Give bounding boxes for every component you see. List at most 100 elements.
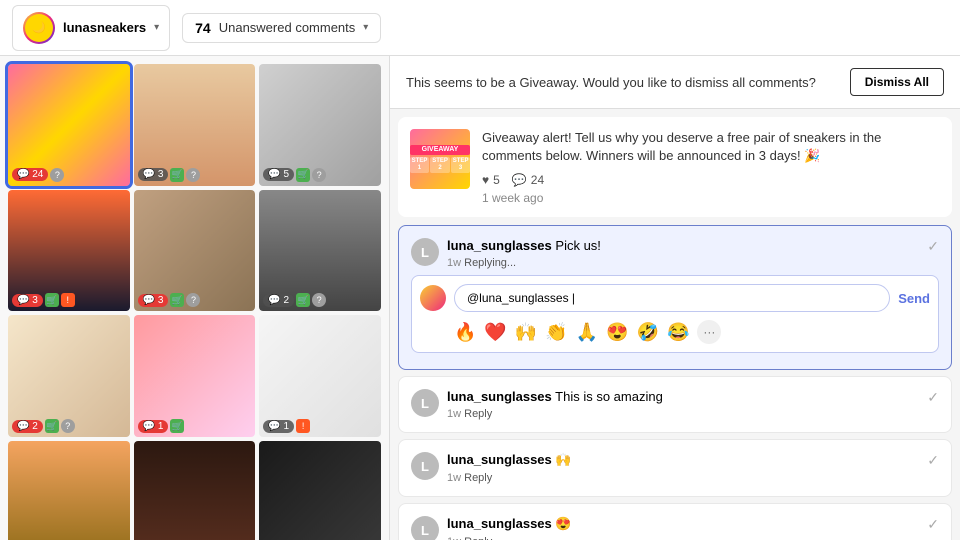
comment-top-line: luna_sunglasses 🙌 bbox=[447, 452, 919, 468]
comments-label: Unanswered comments bbox=[219, 20, 356, 35]
grid-item-5[interactable]: 💬 3🛒? bbox=[134, 190, 256, 312]
checkmark-icon[interactable]: ✓ bbox=[927, 389, 939, 406]
badge-row: 💬 1🛒 bbox=[138, 419, 185, 433]
grid-item-2[interactable]: 💬 3🛒? bbox=[134, 64, 256, 186]
question-icon: ? bbox=[186, 168, 200, 182]
comment-text: This is so amazing bbox=[555, 389, 663, 404]
comment-username: luna_sunglasses bbox=[447, 389, 552, 404]
dismiss-banner-text: This seems to be a Giveaway. Would you l… bbox=[406, 75, 816, 90]
comments-count: 74 bbox=[195, 20, 211, 36]
comment-actions: ✓ bbox=[927, 452, 939, 469]
emoji-row: 🔥 ❤️ 🙌 👏 🙏 😍 🤣 😂 ··· bbox=[420, 320, 930, 344]
question-icon: ? bbox=[312, 168, 326, 182]
send-button[interactable]: Send bbox=[898, 291, 930, 306]
badge-row: 💬 5🛒? bbox=[263, 168, 326, 182]
comment-avatar: L bbox=[411, 452, 439, 480]
grid-item-1[interactable]: 💬 24? bbox=[8, 64, 130, 186]
post-details: Giveaway alert! Tell us why you deserve … bbox=[482, 129, 940, 205]
post-caption: Giveaway alert! Tell us why you deserve … bbox=[482, 129, 940, 165]
badge-chevron-icon: ▾ bbox=[363, 22, 368, 33]
reply-user-avatar bbox=[420, 285, 446, 311]
comment-actions: ✓ bbox=[927, 389, 939, 406]
post-meta: ♥ 5 💬 24 bbox=[482, 173, 940, 187]
comment-header: Lluna_sunglasses 😍1w Reply✓ bbox=[411, 516, 939, 540]
cart-icon: 🛒 bbox=[45, 419, 59, 433]
comment-count-badge: 💬 3 bbox=[138, 294, 169, 307]
posts-grid-panel: 💬 24?💬 3🛒?💬 5🛒?💬 3🛒!💬 3🛒?💬 2🛒?💬 2🛒?💬 1🛒💬… bbox=[0, 56, 390, 540]
grid-item-12[interactable] bbox=[259, 441, 381, 540]
badge-row: 💬 3🛒! bbox=[12, 293, 75, 307]
question-icon: ? bbox=[312, 293, 326, 307]
comment-body-wrap: luna_sunglasses 😍1w Reply bbox=[447, 516, 919, 540]
comment-count-badge: 💬 2 bbox=[12, 420, 43, 433]
grid-item-3[interactable]: 💬 5🛒? bbox=[259, 64, 381, 186]
account-avatar: 🌙 bbox=[23, 12, 55, 44]
comment-actions: ✓ bbox=[927, 238, 939, 255]
account-selector[interactable]: 🌙 lunasneakers ▾ bbox=[12, 5, 170, 51]
comment-meta: 1w Reply bbox=[447, 472, 919, 484]
comment-card[interactable]: Lluna_sunglasses 😍1w Reply✓ bbox=[398, 503, 952, 540]
question-icon: ? bbox=[186, 293, 200, 307]
post-time: 1 week ago bbox=[482, 191, 940, 205]
grid-item-9[interactable]: 💬 1! bbox=[259, 315, 381, 437]
grid-item-6[interactable]: 💬 2🛒? bbox=[259, 190, 381, 312]
comment-actions: ✓ bbox=[927, 516, 939, 533]
grid-item-8[interactable]: 💬 1🛒 bbox=[134, 315, 256, 437]
comment-header: Lluna_sunglasses Pick us!1w Replying...✓ bbox=[411, 238, 939, 269]
posts-grid: 💬 24?💬 3🛒?💬 5🛒?💬 3🛒!💬 3🛒?💬 2🛒?💬 2🛒?💬 1🛒💬… bbox=[8, 64, 381, 540]
comment-count-badge: 💬 1 bbox=[138, 420, 169, 433]
comment-text: 😍 bbox=[555, 516, 571, 531]
reply-input[interactable] bbox=[454, 284, 890, 312]
avatar-inner: 🌙 bbox=[25, 14, 53, 42]
comments-filter[interactable]: 74 Unanswered comments ▾ bbox=[182, 13, 381, 43]
comment-count-badge: 💬 24 bbox=[12, 168, 48, 181]
emoji-button[interactable]: ❤️ bbox=[484, 323, 506, 341]
question-icon: ? bbox=[50, 168, 64, 182]
comment-reply-label[interactable]: Reply bbox=[464, 536, 492, 540]
emoji-button[interactable]: 👏 bbox=[545, 323, 567, 341]
checkmark-icon[interactable]: ✓ bbox=[927, 238, 939, 255]
emoji-button[interactable]: 😂 bbox=[667, 323, 689, 341]
badge-row: 💬 3🛒? bbox=[138, 293, 201, 307]
emoji-button[interactable]: 🔥 bbox=[454, 323, 476, 341]
emoji-button[interactable]: 🙌 bbox=[515, 323, 537, 341]
comment-card[interactable]: Lluna_sunglasses Pick us!1w Replying...✓… bbox=[398, 225, 952, 370]
comment-reply-label[interactable]: Replying... bbox=[464, 257, 516, 269]
checkmark-icon[interactable]: ✓ bbox=[927, 516, 939, 533]
grid-item-11[interactable] bbox=[134, 441, 256, 540]
more-emojis-button[interactable]: ··· bbox=[697, 320, 721, 344]
grid-item-4[interactable]: 💬 3🛒! bbox=[8, 190, 130, 312]
comment-avatar: L bbox=[411, 238, 439, 266]
cart-icon: 🛒 bbox=[296, 168, 310, 182]
comment-header: Lluna_sunglasses 🙌 1w Reply ✓ bbox=[411, 452, 939, 484]
checkmark-icon[interactable]: ✓ bbox=[927, 452, 939, 469]
comment-reply-label[interactable]: Reply bbox=[464, 472, 492, 484]
comment-meta: 1w Reply bbox=[447, 408, 919, 420]
badge-row: 💬 1! bbox=[263, 419, 310, 433]
comment-card[interactable]: Lluna_sunglasses This is so amazing 1w Re… bbox=[398, 376, 952, 433]
cart-icon: 🛒 bbox=[296, 293, 310, 307]
dismiss-all-button[interactable]: Dismiss All bbox=[850, 68, 944, 96]
comment-username: luna_sunglasses bbox=[447, 452, 552, 467]
emoji-button[interactable]: 🙏 bbox=[576, 323, 598, 341]
emoji-button[interactable]: 🤣 bbox=[637, 323, 659, 341]
header: 🌙 lunasneakers ▾ 74 Unanswered comments … bbox=[0, 0, 960, 56]
comment-count-badge: 💬 5 bbox=[263, 168, 294, 181]
account-name: lunasneakers bbox=[63, 20, 146, 35]
grid-item-7[interactable]: 💬 2🛒? bbox=[8, 315, 130, 437]
comment-avatar: L bbox=[411, 389, 439, 417]
badge-row: 💬 24? bbox=[12, 168, 64, 182]
comment-count-badge: 💬 1 bbox=[263, 420, 294, 433]
grid-item-10[interactable] bbox=[8, 441, 130, 540]
comment-body-wrap: luna_sunglasses 🙌 1w Reply bbox=[447, 452, 919, 484]
reply-area: Send 🔥 ❤️ 🙌 👏 🙏 😍 🤣 😂 ··· bbox=[411, 275, 939, 353]
comment-meta: 1w Replying... bbox=[447, 257, 919, 269]
emoji-button[interactable]: 😍 bbox=[606, 323, 628, 341]
comments-panel: This seems to be a Giveaway. Would you l… bbox=[390, 56, 960, 540]
comment-body-wrap: luna_sunglasses This is so amazing 1w Rep… bbox=[447, 389, 919, 420]
cart-icon: 🛒 bbox=[170, 419, 184, 433]
post-thumbnail: GIVEAWAY STEP 1 STEP 2 STEP 3 bbox=[410, 129, 470, 189]
comment-card[interactable]: Lluna_sunglasses 🙌 1w Reply ✓ bbox=[398, 439, 952, 497]
comment-count-badge: 💬 3 bbox=[12, 294, 43, 307]
comment-reply-label[interactable]: Reply bbox=[464, 408, 492, 420]
